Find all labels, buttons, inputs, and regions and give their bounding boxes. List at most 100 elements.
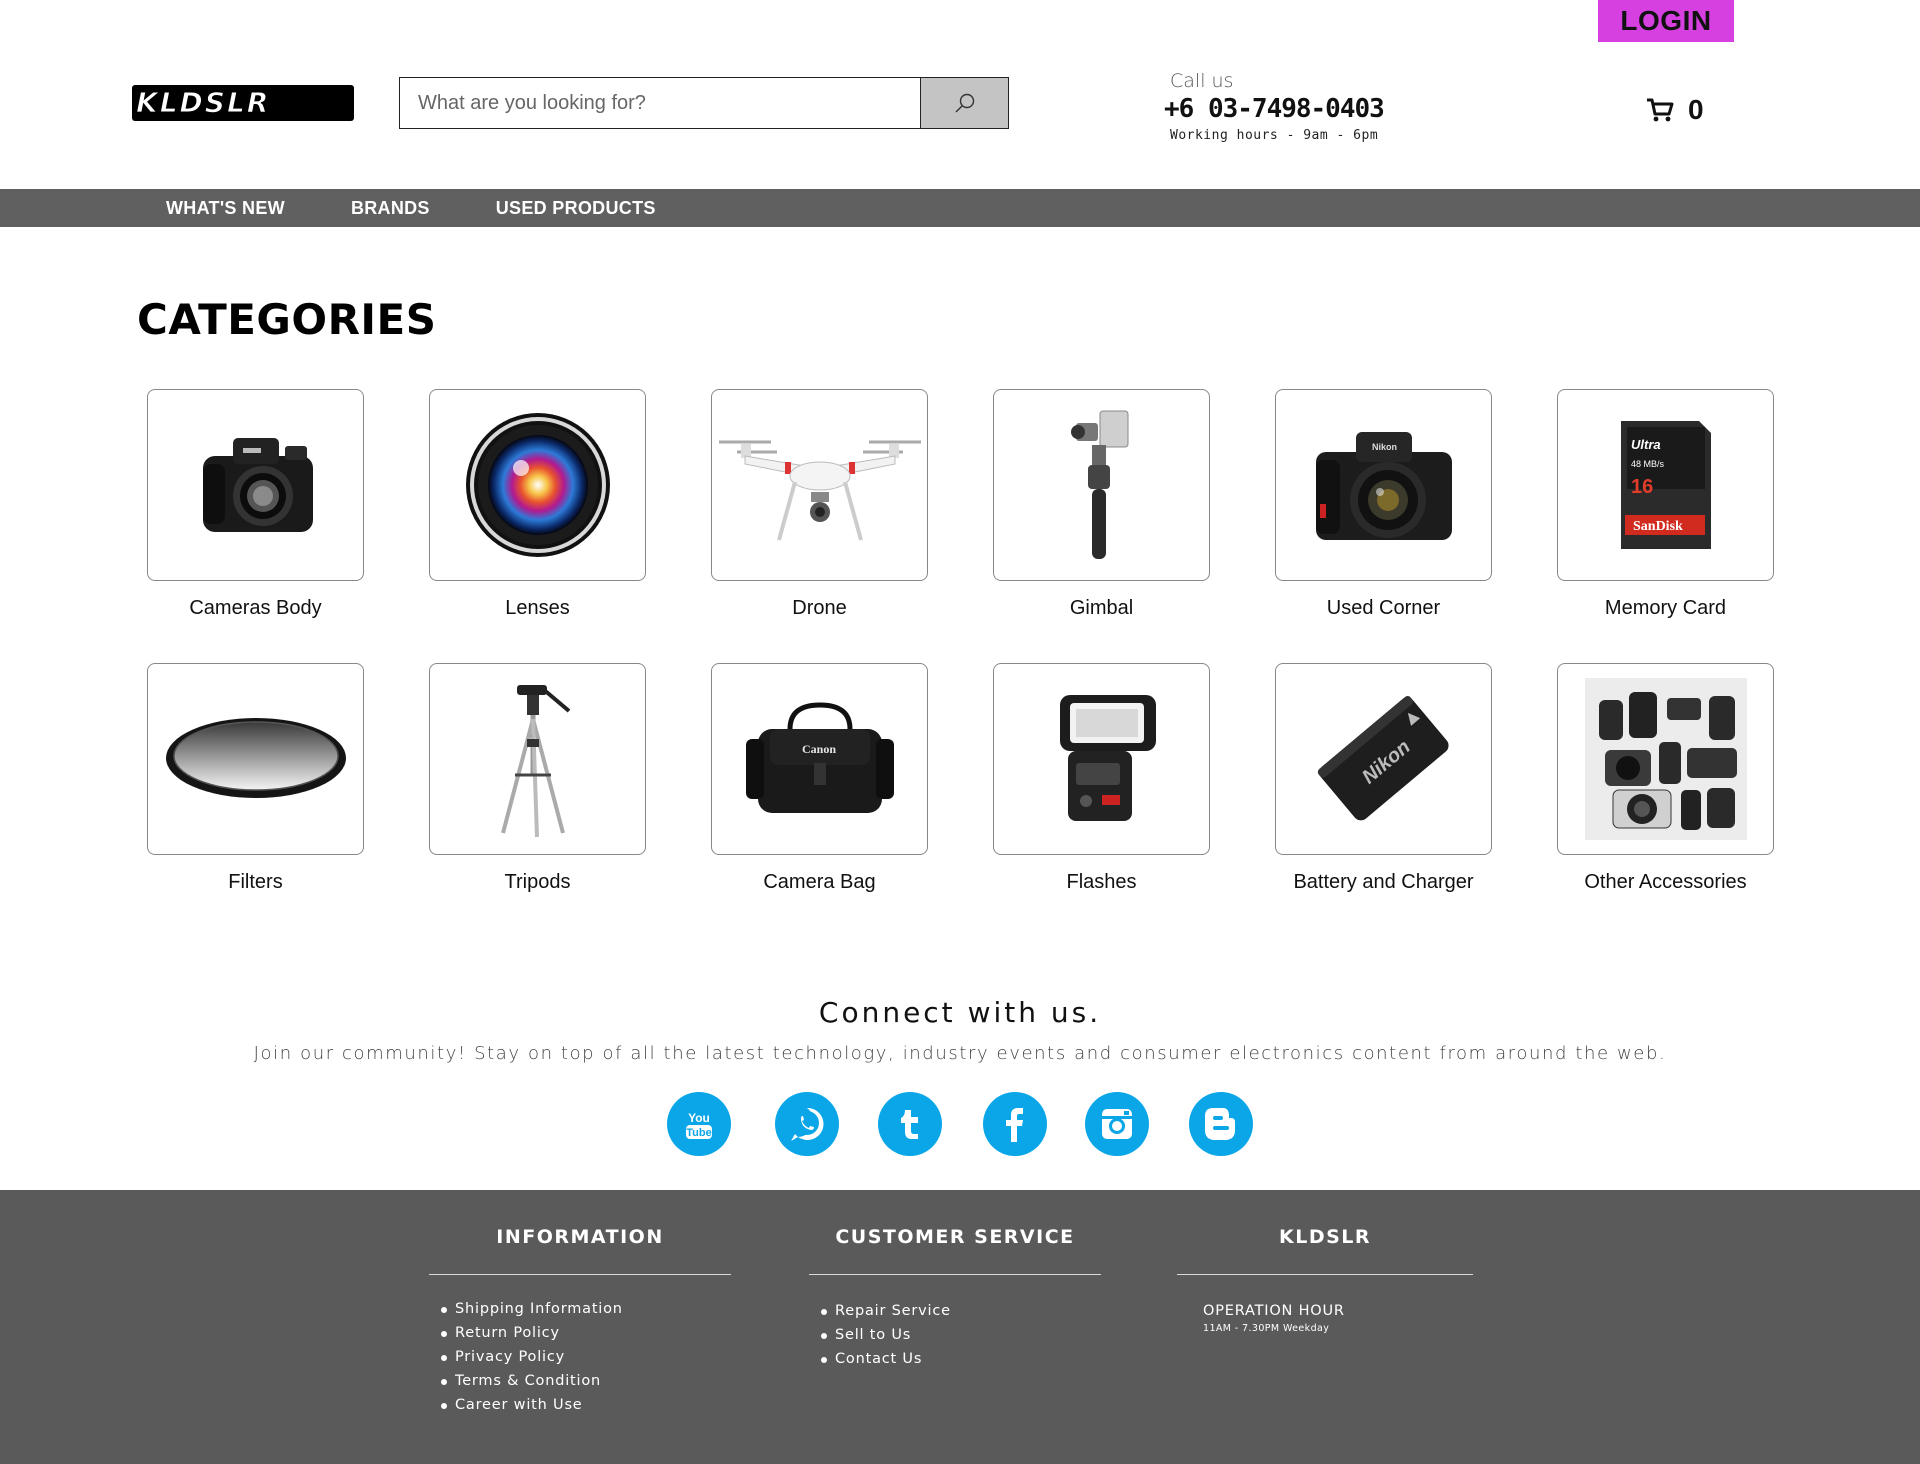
operation-hour-value: 11AM - 7.30PM Weekday	[1203, 1323, 1330, 1334]
category-image	[429, 389, 646, 581]
instagram-link[interactable]	[1085, 1092, 1149, 1156]
accessories-icon	[1584, 678, 1747, 840]
category-image	[993, 389, 1210, 581]
nav-whats-new[interactable]: WHAT'S NEW	[166, 198, 285, 219]
tumblr-link[interactable]	[878, 1092, 942, 1156]
category-label: Flashes	[1066, 871, 1137, 893]
phone-number[interactable]: +6 03-7498-0403	[1164, 94, 1385, 124]
footer-information-links: Shipping Information Return Policy Priva…	[429, 1297, 731, 1417]
memory-card-capacity: 16	[1631, 476, 1653, 498]
category-label: Drone	[792, 597, 847, 619]
category-image	[147, 663, 364, 855]
camera-body-icon	[202, 438, 313, 532]
category-image	[147, 389, 364, 581]
memory-card-speed: 48 MB/s	[1631, 459, 1665, 469]
category-cameras-body[interactable]: Cameras Body	[147, 389, 364, 620]
category-image: Nikon	[1275, 663, 1492, 855]
filter-icon	[165, 718, 346, 798]
category-filters[interactable]: Filters	[147, 663, 364, 894]
search-button[interactable]	[920, 78, 1008, 128]
svg-text:You: You	[688, 1111, 710, 1125]
logo-text: KLDSLR	[135, 86, 271, 119]
login-button[interactable]: LOGIN	[1598, 0, 1734, 42]
facebook-link[interactable]	[983, 1092, 1047, 1156]
main-nav: WHAT'S NEW BRANDS USED PRODUCTS	[0, 189, 1920, 227]
category-label: Lenses	[505, 597, 570, 619]
category-battery-charger[interactable]: Nikon Battery and Charger	[1275, 663, 1492, 894]
category-label: Gimbal	[1069, 597, 1134, 619]
category-label: Used Corner	[1326, 597, 1441, 619]
footer-information-title: INFORMATION	[496, 1226, 664, 1248]
nav-used-products[interactable]: USED PRODUCTS	[496, 198, 656, 219]
category-label: Filters	[228, 871, 283, 893]
camera-brand-text: Nikon	[1372, 442, 1397, 452]
category-drone[interactable]: Drone	[711, 389, 928, 620]
footer-link-shipping[interactable]: Shipping Information	[429, 1297, 731, 1321]
flash-icon	[1059, 695, 1156, 821]
blogger-link[interactable]	[1189, 1092, 1253, 1156]
category-label: Tripods	[504, 871, 571, 893]
memory-card-icon: Ultra 48 MB/s 16 SanDisk	[1620, 421, 1711, 549]
footer-customer-service-title: CUSTOMER SERVICE	[835, 1226, 1075, 1248]
category-other-accessories[interactable]: Other Accessories	[1557, 663, 1774, 894]
category-gimbal[interactable]: Gimbal	[993, 389, 1210, 620]
category-camera-bag[interactable]: Canon Camera Bag	[711, 663, 928, 894]
divider	[1177, 1274, 1473, 1275]
category-image	[429, 663, 646, 855]
category-flashes[interactable]: Flashes	[993, 663, 1210, 894]
footer-link-return-policy[interactable]: Return Policy	[429, 1321, 731, 1345]
footer: INFORMATION Shipping Information Return …	[0, 1190, 1920, 1464]
category-image: Canon	[711, 663, 928, 855]
facebook-icon	[1006, 1108, 1023, 1142]
footer-link-sell-to-us[interactable]: Sell to Us	[809, 1323, 1101, 1347]
category-image	[711, 389, 928, 581]
category-used-corner[interactable]: Nikon Used Corner	[1275, 389, 1492, 620]
call-us-label: Call us	[1170, 70, 1234, 92]
divider	[809, 1274, 1101, 1275]
battery-icon: Nikon	[1317, 696, 1449, 821]
tripod-icon	[500, 685, 570, 838]
footer-link-terms[interactable]: Terms & Condition	[429, 1369, 731, 1393]
lens-icon	[465, 413, 610, 557]
gimbal-icon	[1070, 410, 1128, 559]
whatsapp-link[interactable]	[775, 1092, 839, 1156]
operation-hour-title: OPERATION HOUR	[1203, 1303, 1345, 1319]
category-label: Battery and Charger	[1293, 871, 1474, 893]
blogger-icon	[1205, 1108, 1235, 1140]
footer-customer-service-links: Repair Service Sell to Us Contact Us	[809, 1299, 1101, 1371]
memory-card-brand: Ultra	[1631, 437, 1661, 452]
bag-brand-text: Canon	[802, 742, 836, 756]
category-lenses[interactable]: Lenses	[429, 389, 646, 620]
category-image: Nikon	[1275, 389, 1492, 581]
tumblr-icon	[901, 1110, 918, 1139]
category-label: Other Accessories	[1584, 871, 1747, 893]
connect-title: Connect with us.	[818, 996, 1102, 1029]
cart-count: 0	[1688, 94, 1704, 125]
category-image	[993, 663, 1210, 855]
footer-link-privacy-policy[interactable]: Privacy Policy	[429, 1345, 731, 1369]
divider	[429, 1274, 731, 1275]
nav-brands[interactable]: BRANDS	[351, 198, 430, 219]
logo[interactable]: KLDSLR	[132, 85, 354, 121]
category-label: Camera Bag	[763, 871, 876, 893]
categories-grid: Cameras Body Lenses Drone Gimbal Nikon U…	[147, 389, 1774, 894]
youtube-link[interactable]: You Tube	[667, 1092, 731, 1156]
search-input[interactable]	[400, 78, 920, 128]
category-tripods[interactable]: Tripods	[429, 663, 646, 894]
footer-customer-service: CUSTOMER SERVICE Repair Service Sell to …	[809, 1226, 1101, 1371]
connect-subtitle: Join our community! Stay on top of all t…	[253, 1043, 1667, 1064]
memory-card-maker: SanDisk	[1633, 519, 1683, 534]
youtube-icon: You Tube	[686, 1111, 712, 1139]
category-memory-card[interactable]: Ultra 48 MB/s 16 SanDisk Memory Card	[1557, 389, 1774, 620]
instagram-icon	[1102, 1109, 1132, 1139]
category-label: Cameras Body	[189, 597, 322, 619]
used-camera-icon: Nikon	[1315, 432, 1452, 540]
cart-button[interactable]: 0	[1646, 94, 1704, 126]
camera-bag-icon: Canon	[745, 702, 894, 813]
footer-link-repair[interactable]: Repair Service	[809, 1299, 1101, 1323]
drone-icon	[718, 440, 921, 541]
search-bar	[399, 77, 1009, 129]
footer-link-contact-us[interactable]: Contact Us	[809, 1347, 1101, 1371]
footer-link-career[interactable]: Career with Use	[429, 1393, 731, 1417]
category-label: Memory Card	[1604, 597, 1727, 619]
